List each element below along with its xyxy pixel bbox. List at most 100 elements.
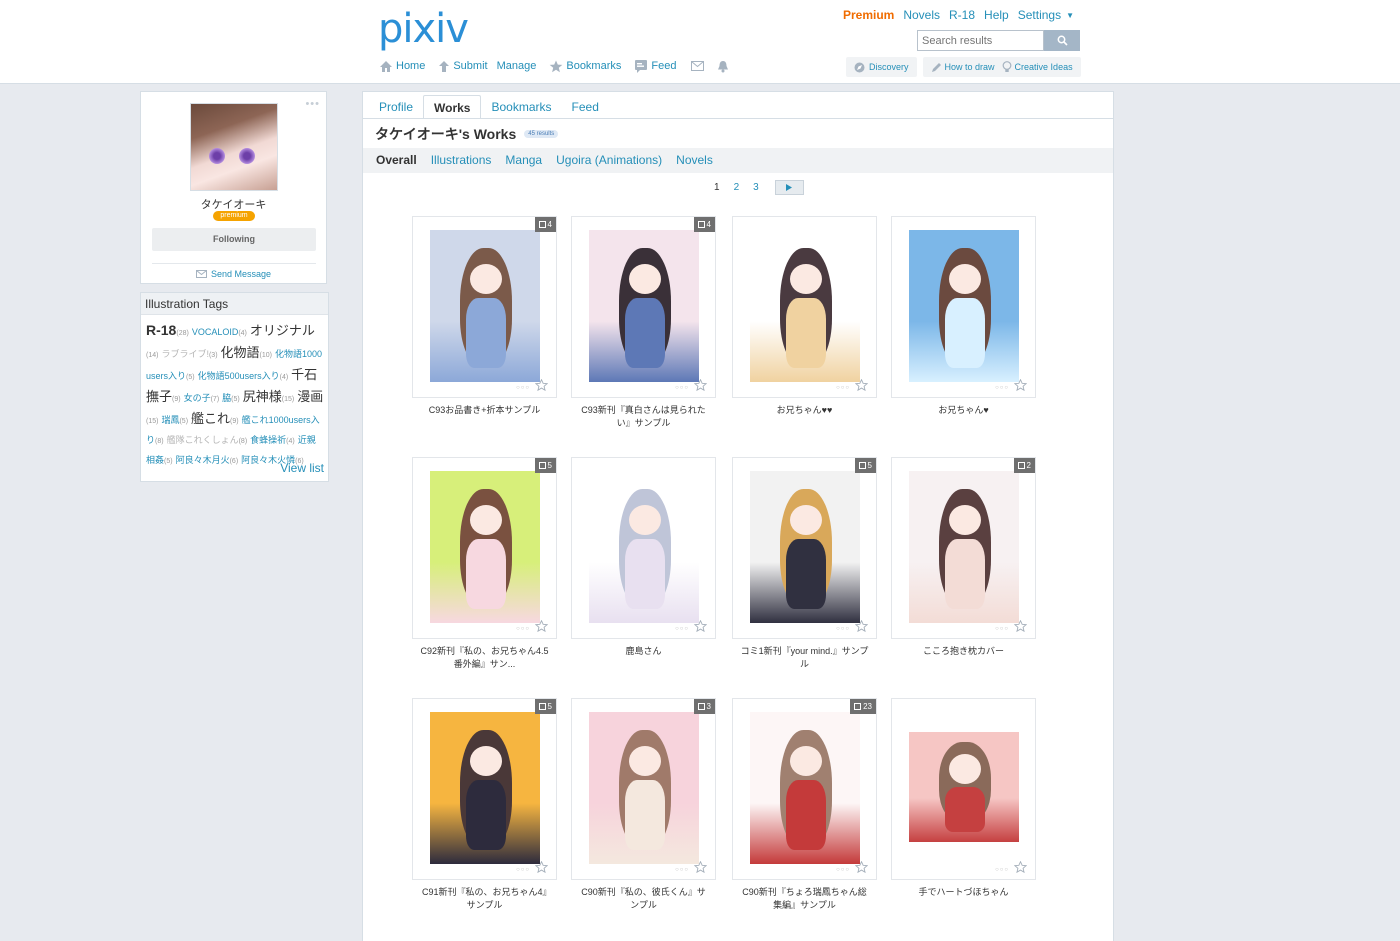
tag-item[interactable]: 阿良々木月火(6): [176, 455, 239, 465]
work-title[interactable]: C90新刊『ちょろ瑞鳳ちゃん総集編』サンプル: [732, 886, 877, 912]
work-card[interactable]: 4 ○○○ C93新刊『真白さんは見られたい』サンプル: [571, 216, 716, 430]
avatar[interactable]: [190, 103, 278, 191]
work-thumbnail[interactable]: 3 ○○○: [571, 698, 716, 880]
work-card[interactable]: 3 ○○○ C90新刊『私の、彼氏くん』サンプル: [571, 698, 716, 912]
more-options-icon[interactable]: ○○○: [516, 867, 530, 873]
work-card[interactable]: 5 ○○○ コミ1新刊『your mind.』サンプル: [732, 457, 877, 671]
discovery-button[interactable]: Discovery: [846, 57, 917, 77]
bookmark-star-icon[interactable]: [1013, 619, 1028, 635]
work-card[interactable]: ○○○ 鹿島さん: [571, 457, 716, 658]
bookmark-star-icon[interactable]: [534, 619, 549, 635]
tag-item[interactable]: 瑞鳳(5): [161, 415, 188, 425]
settings-link[interactable]: Settings: [1018, 8, 1061, 22]
nav-manage[interactable]: Manage: [497, 60, 537, 72]
tag-item[interactable]: 尻神様(15): [243, 389, 294, 404]
work-title[interactable]: お兄ちゃん♥: [891, 404, 1036, 417]
following-button[interactable]: Following: [152, 228, 316, 251]
how-to-draw-button[interactable]: How to draw Creative Ideas: [922, 57, 1081, 77]
send-message-link[interactable]: Send Message: [141, 269, 326, 279]
work-thumbnail[interactable]: ○○○: [891, 698, 1036, 880]
work-title[interactable]: C93新刊『真白さんは見られたい』サンプル: [571, 404, 716, 430]
nav-bookmarks[interactable]: Bookmarks: [549, 60, 621, 73]
r18-link[interactable]: R-18: [949, 8, 975, 22]
work-title[interactable]: C92新刊『私の、お兄ちゃん4.5 番外編』サン...: [412, 645, 557, 671]
tag-item[interactable]: 艦隊これくしょん(8): [167, 435, 248, 445]
nav-home[interactable]: Home: [379, 60, 425, 73]
tab-bookmarks[interactable]: Bookmarks: [481, 95, 561, 119]
bookmark-star-icon[interactable]: [1013, 860, 1028, 876]
creative-ideas-label[interactable]: Creative Ideas: [1015, 62, 1073, 72]
page-3[interactable]: 3: [753, 182, 759, 193]
search-button[interactable]: [1044, 30, 1080, 51]
bookmark-star-icon[interactable]: [534, 378, 549, 394]
tag-item[interactable]: 食蜂操祈(4): [250, 435, 295, 445]
more-options-icon[interactable]: ○○○: [516, 626, 530, 632]
work-card[interactable]: 5 ○○○ C91新刊『私の、お兄ちゃん4』サンプル: [412, 698, 557, 912]
more-options-icon[interactable]: ○○○: [675, 626, 689, 632]
filter-novels[interactable]: Novels: [676, 153, 713, 173]
bookmark-star-icon[interactable]: [854, 378, 869, 394]
tab-works[interactable]: Works: [423, 95, 482, 119]
work-thumbnail[interactable]: ○○○: [571, 457, 716, 639]
next-page-button[interactable]: [774, 180, 804, 195]
work-card[interactable]: ○○○ お兄ちゃん♥: [891, 216, 1036, 417]
more-options-icon[interactable]: ○○○: [836, 385, 850, 391]
work-title[interactable]: C91新刊『私の、お兄ちゃん4』サンプル: [412, 886, 557, 912]
bookmark-star-icon[interactable]: [534, 860, 549, 876]
more-options-icon[interactable]: ○○○: [836, 867, 850, 873]
user-name[interactable]: タケイオーキ: [141, 196, 326, 212]
work-thumbnail[interactable]: 4 ○○○: [571, 216, 716, 398]
tag-item[interactable]: VOCALOID(4): [192, 327, 247, 337]
more-options-icon[interactable]: ○○○: [516, 385, 530, 391]
tag-item[interactable]: R-18(28): [146, 322, 189, 338]
tab-profile[interactable]: Profile: [369, 95, 423, 119]
tag-item[interactable]: (14): [146, 349, 158, 359]
work-card[interactable]: ○○○ 手でハートづほちゃん: [891, 698, 1036, 899]
nav-feed[interactable]: Feed: [634, 59, 676, 73]
tag-item[interactable]: ラブライブ!(3): [161, 349, 217, 359]
notifications-button[interactable]: [717, 60, 729, 73]
work-card[interactable]: 23 ○○○ C90新刊『ちょろ瑞鳳ちゃん総集編』サンプル: [732, 698, 877, 912]
bookmark-star-icon[interactable]: [854, 860, 869, 876]
help-link[interactable]: Help: [984, 8, 1009, 22]
tag-item[interactable]: オリジナル: [250, 323, 315, 338]
work-thumbnail[interactable]: 5 ○○○: [412, 698, 557, 880]
bookmark-star-icon[interactable]: [693, 378, 708, 394]
novels-link[interactable]: Novels: [903, 8, 940, 22]
work-card[interactable]: ○○○ お兄ちゃん♥♥: [732, 216, 877, 417]
work-title[interactable]: 手でハートづほちゃん: [891, 886, 1036, 899]
nav-submit[interactable]: Submit: [438, 60, 488, 73]
more-options-icon[interactable]: ○○○: [995, 626, 1009, 632]
work-card[interactable]: 2 ○○○ こころ抱き枕カバー: [891, 457, 1036, 658]
tag-item[interactable]: 艦これ(9): [191, 411, 239, 426]
tab-feed[interactable]: Feed: [562, 95, 609, 119]
work-thumbnail[interactable]: 4 ○○○: [412, 216, 557, 398]
bookmark-star-icon[interactable]: [1013, 378, 1028, 394]
tag-item[interactable]: 脇(5): [222, 393, 240, 403]
bookmark-star-icon[interactable]: [693, 860, 708, 876]
more-options-icon[interactable]: ○○○: [675, 385, 689, 391]
filter-manga[interactable]: Manga: [505, 153, 542, 173]
more-options-icon[interactable]: •••: [305, 98, 320, 110]
search-input[interactable]: [917, 30, 1044, 51]
pixiv-logo[interactable]: pixiv: [378, 6, 469, 52]
more-options-icon[interactable]: ○○○: [836, 626, 850, 632]
work-title[interactable]: お兄ちゃん♥♥: [732, 404, 877, 417]
work-title[interactable]: コミ1新刊『your mind.』サンプル: [732, 645, 877, 671]
page-2[interactable]: 2: [734, 182, 740, 193]
work-thumbnail[interactable]: 2 ○○○: [891, 457, 1036, 639]
tag-item[interactable]: 化物語(10): [221, 345, 272, 360]
more-options-icon[interactable]: ○○○: [995, 385, 1009, 391]
work-thumbnail[interactable]: 5 ○○○: [412, 457, 557, 639]
work-title[interactable]: 鹿島さん: [571, 645, 716, 658]
bookmark-star-icon[interactable]: [854, 619, 869, 635]
view-list-link[interactable]: View list: [280, 461, 324, 475]
work-title[interactable]: C90新刊『私の、彼氏くん』サンプル: [571, 886, 716, 912]
work-thumbnail[interactable]: ○○○: [732, 216, 877, 398]
filter-illustrations[interactable]: Illustrations: [431, 153, 492, 173]
work-thumbnail[interactable]: ○○○: [891, 216, 1036, 398]
work-thumbnail[interactable]: 23 ○○○: [732, 698, 877, 880]
work-title[interactable]: こころ抱き枕カバー: [891, 645, 1036, 658]
tag-item[interactable]: 女の子(7): [184, 393, 220, 403]
premium-link[interactable]: Premium: [843, 8, 894, 22]
